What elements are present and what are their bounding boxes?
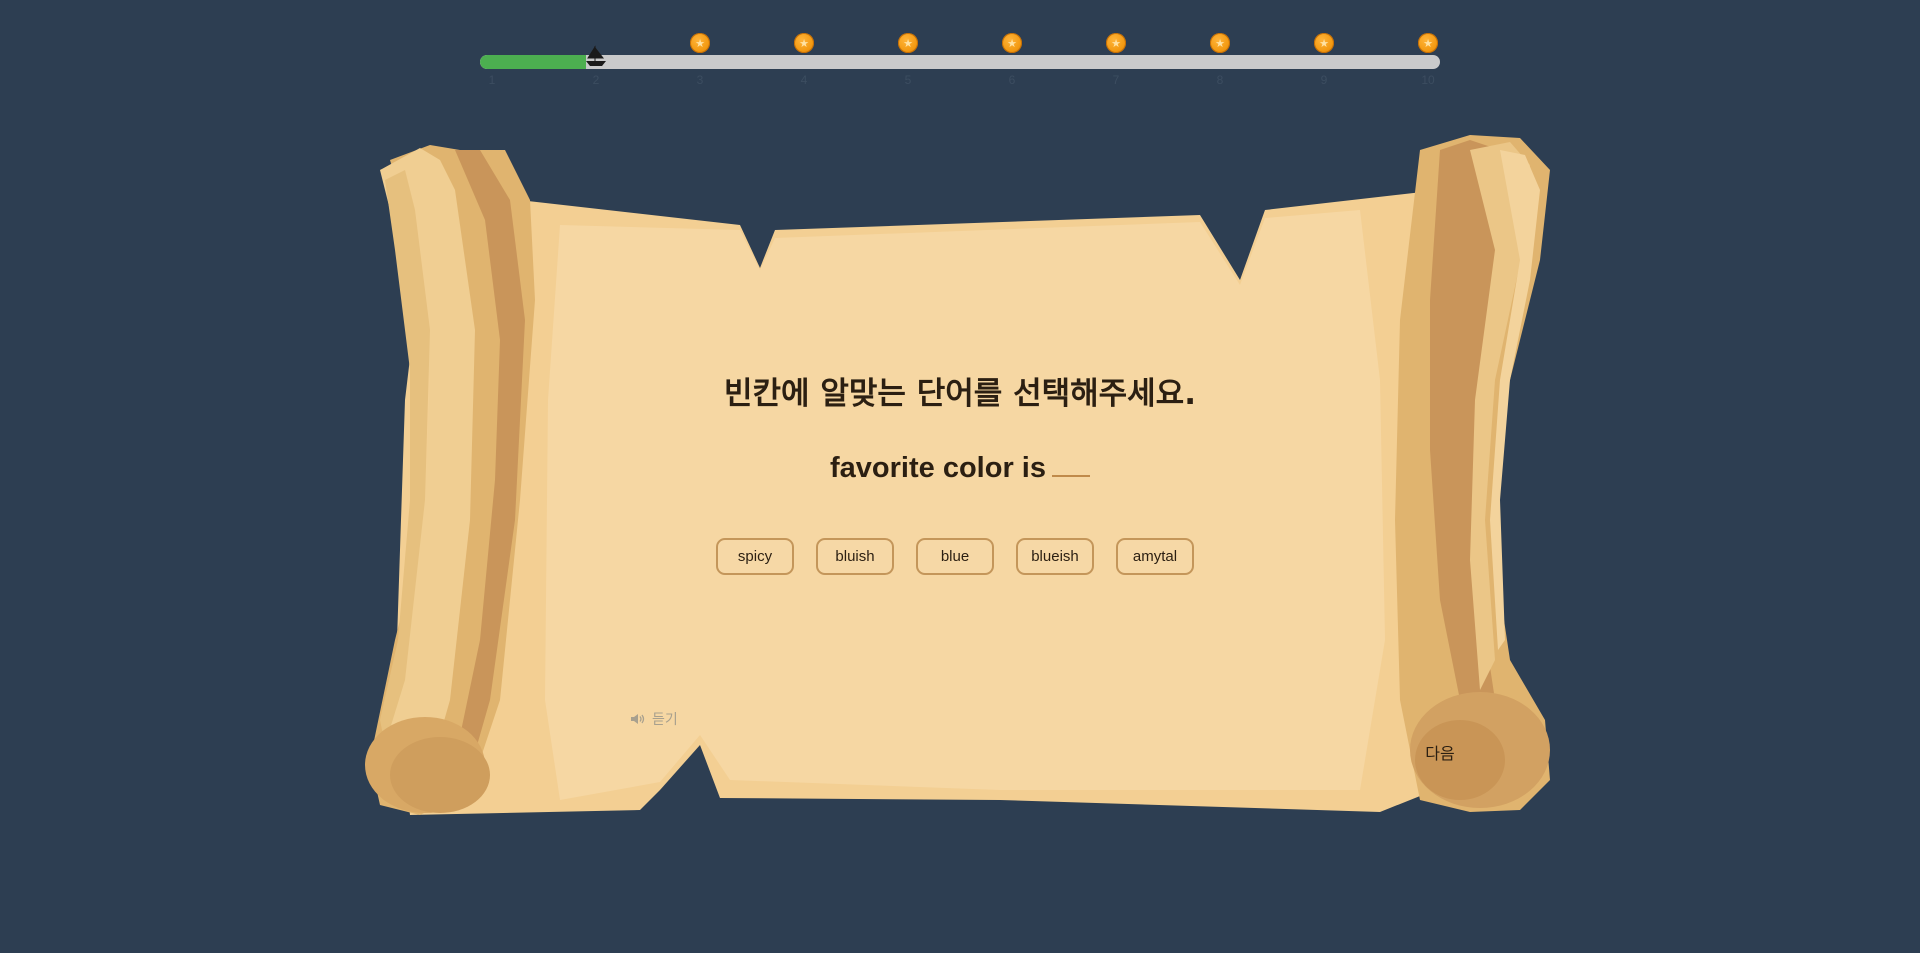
- sentence-text: favorite color is: [830, 452, 1046, 484]
- option-button[interactable]: amytal: [1116, 538, 1194, 575]
- answer-options: spicy bluish blue blueish amytal: [716, 538, 1206, 578]
- listen-button[interactable]: 듣기: [630, 710, 678, 728]
- option-button[interactable]: spicy: [716, 538, 794, 575]
- listen-label: 듣기: [652, 712, 678, 728]
- answer-blank: [1051, 474, 1090, 477]
- speaker-icon: [631, 714, 645, 724]
- option-button[interactable]: bluish: [816, 538, 894, 575]
- instruction-heading: 빈칸에 알맞는 단어를 선택해주세요.: [724, 376, 1196, 412]
- option-button[interactable]: blueish: [1016, 538, 1094, 575]
- question-sentence: favorite color is: [0, 452, 1920, 485]
- next-button[interactable]: 다음: [1410, 740, 1470, 764]
- option-button[interactable]: blue: [916, 538, 994, 575]
